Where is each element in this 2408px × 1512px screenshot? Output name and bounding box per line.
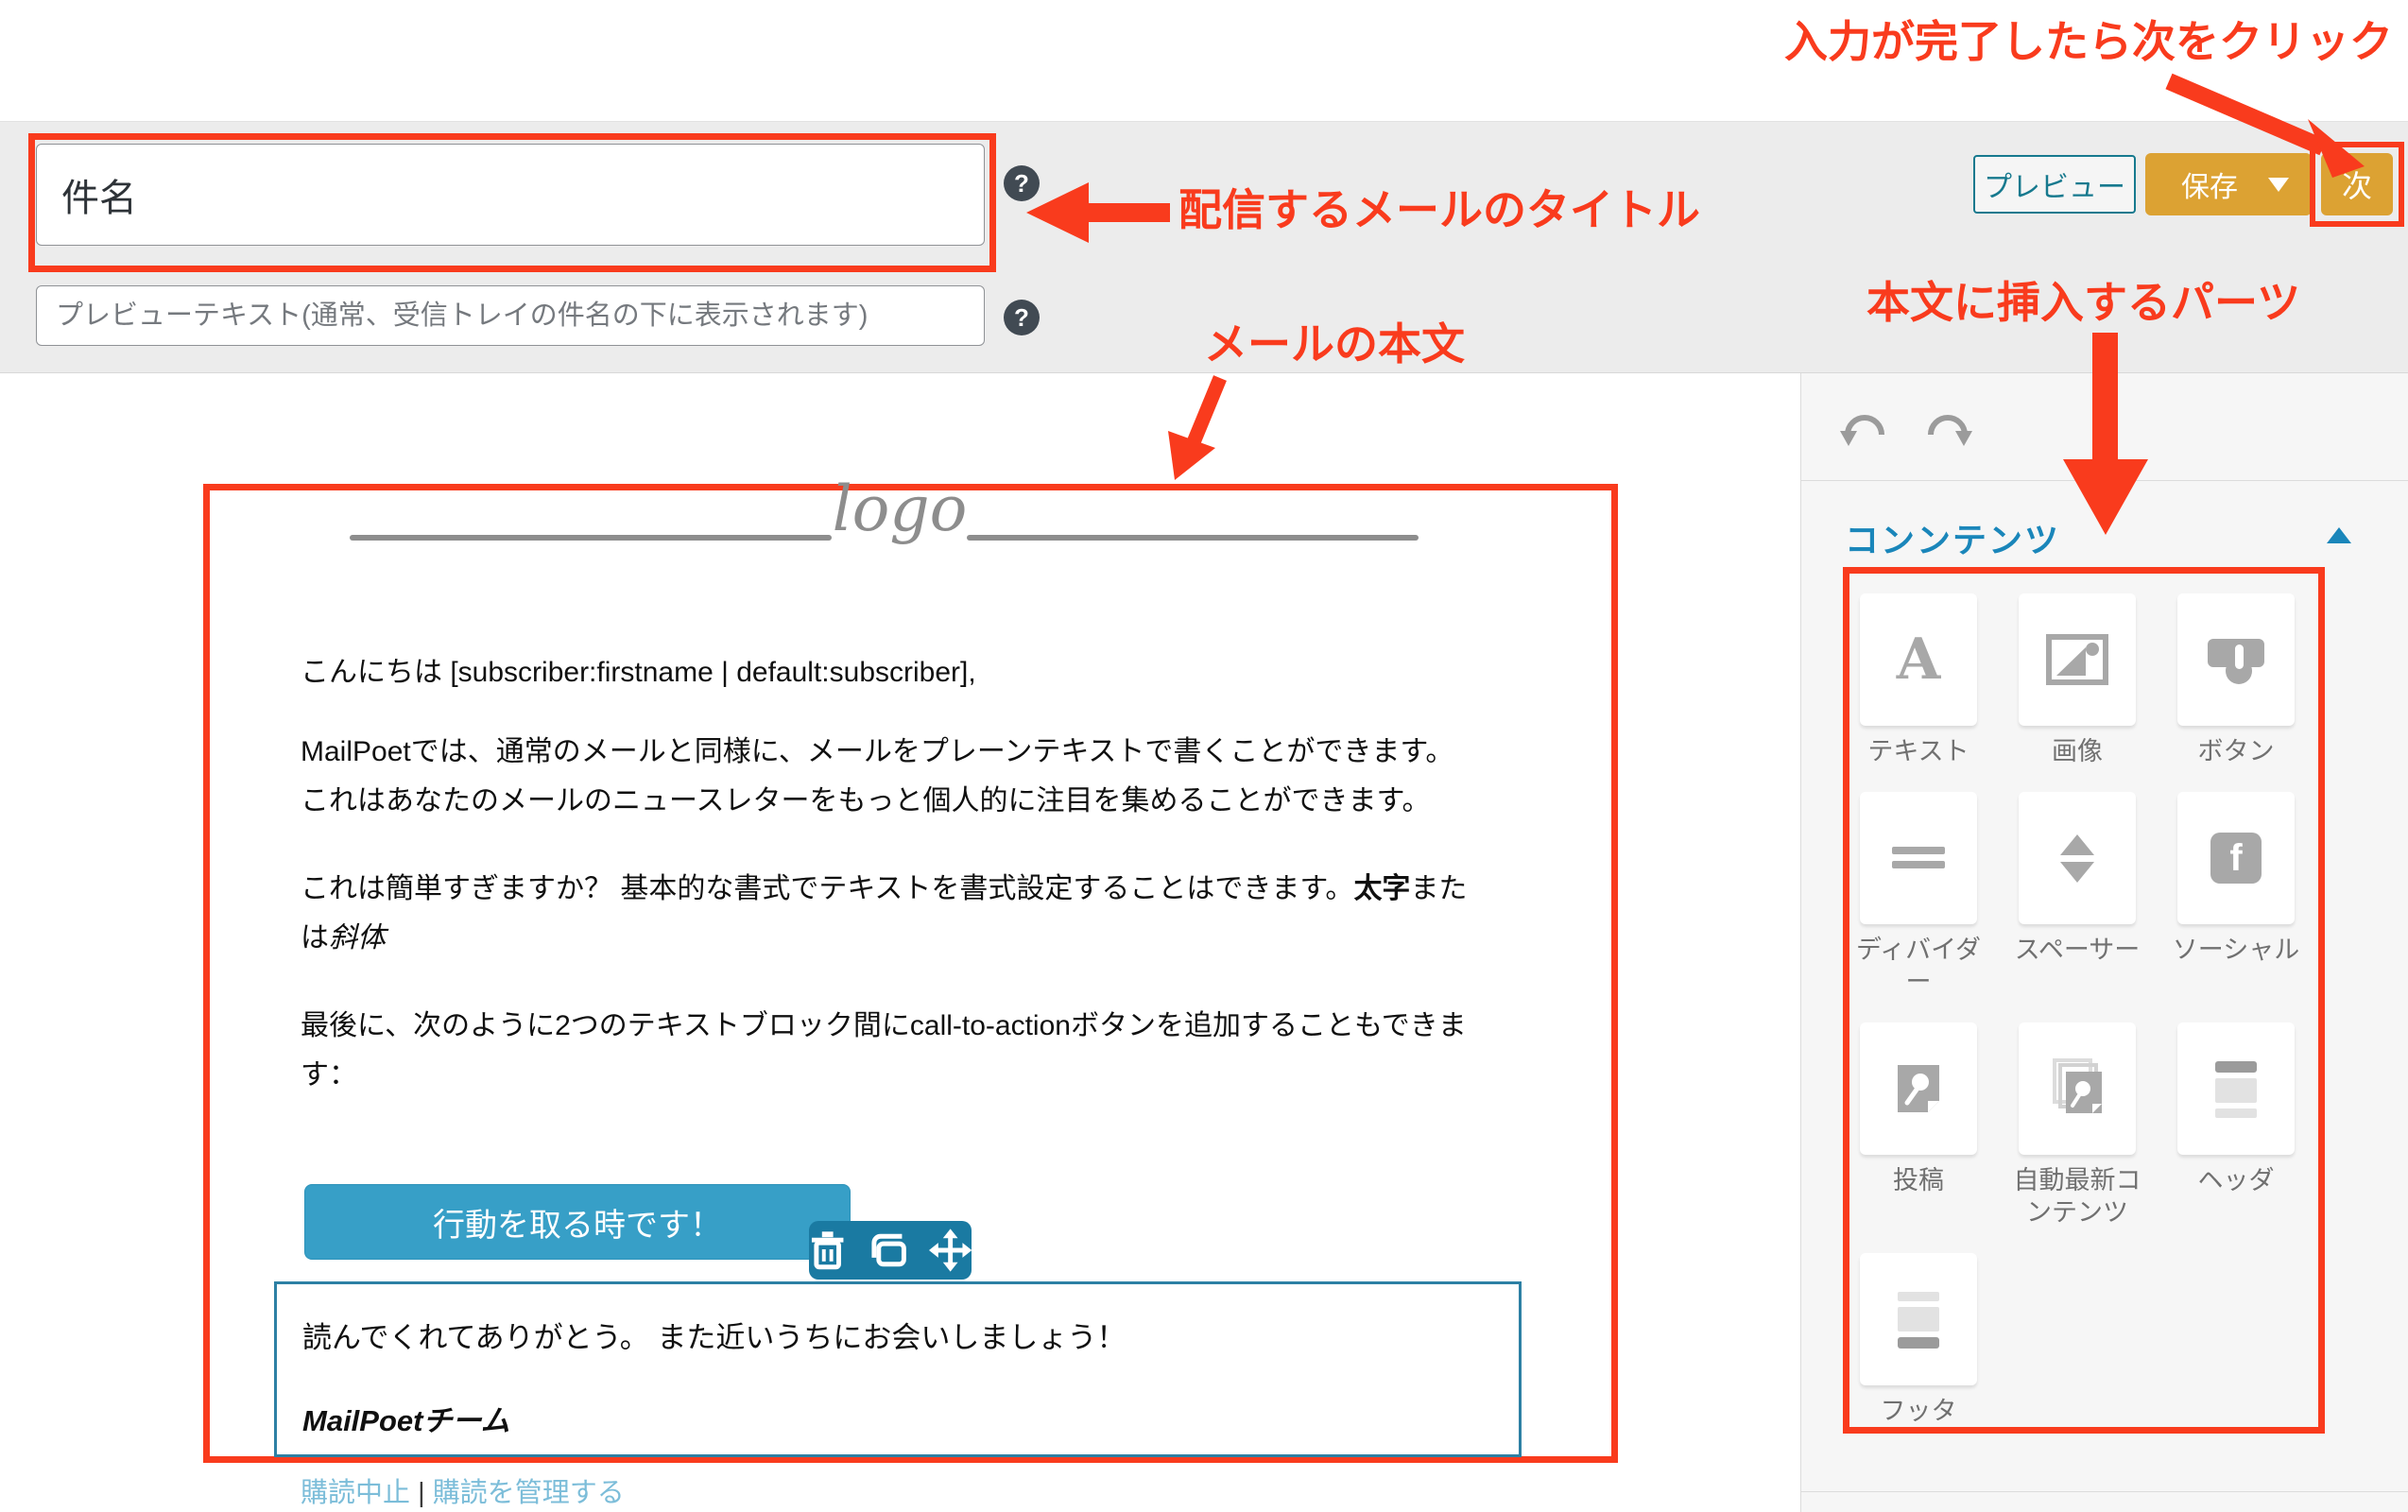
sidebar-divider-bottom bbox=[1801, 1491, 2408, 1492]
preview-text-input[interactable] bbox=[36, 285, 985, 346]
preview-help-icon[interactable]: ? bbox=[1004, 300, 1040, 335]
mailpoet-editor-screen: 入力が完了したら次をクリック ? ? 配信するメールのタイトル メールの本文 プ… bbox=[0, 0, 2408, 1512]
subject-input[interactable] bbox=[36, 144, 985, 246]
block-label: 画像 bbox=[2006, 735, 2148, 767]
annotation-mail-body: メールの本文 bbox=[1204, 310, 1465, 372]
content-block-grid: A テキスト 画像 ボタン bbox=[1860, 593, 2295, 1427]
block-item-button[interactable]: ボタン bbox=[2177, 593, 2295, 767]
collapse-panel-icon[interactable] bbox=[2327, 527, 2351, 543]
block-label: ヘッダ bbox=[2165, 1164, 2307, 1196]
paragraph-format-text: これは簡単すぎますか？ 基本的な書式でテキストを書式設定することはできます。 bbox=[301, 873, 1353, 904]
block-label: 投稿 bbox=[1848, 1164, 1989, 1196]
email-paragraph-format[interactable]: これは簡単すぎますか？ 基本的な書式でテキストを書式設定することはできます。太字… bbox=[301, 865, 1482, 963]
block-item-text[interactable]: A テキスト bbox=[1860, 593, 1977, 767]
image-block-icon bbox=[2046, 634, 2108, 685]
signature-text: MailPoetチーム bbox=[302, 1397, 510, 1439]
paragraph-plain-line2: これはあなたのメールのニュースレターをもっと個人的に注目を集めることができます。 bbox=[301, 785, 1431, 816]
block-item-social[interactable]: f ソーシャル bbox=[2177, 792, 2295, 998]
block-label: ディバイダー bbox=[1848, 934, 1989, 998]
annotation-box-next bbox=[2310, 142, 2404, 227]
block-item-footer[interactable]: フッタ bbox=[1860, 1253, 1977, 1427]
delete-block-icon[interactable] bbox=[809, 1229, 846, 1271]
content-panel-heading: コンンテンツ bbox=[1845, 513, 2060, 562]
subject-help-icon[interactable]: ? bbox=[1004, 165, 1040, 201]
duplicate-block-icon[interactable] bbox=[867, 1231, 907, 1269]
block-item-latest-content[interactable]: 自動最新コンテンツ bbox=[2019, 1022, 2136, 1228]
email-footer-links: 購読中止 | 購読を管理する bbox=[301, 1470, 625, 1510]
posts-block-icon bbox=[1890, 1059, 1947, 1118]
paragraph-plain-line1: MailPoetでは、通常のメールと同様に、メールをプレーンテキストで書くことが… bbox=[301, 736, 1453, 767]
block-label: テキスト bbox=[1848, 735, 1989, 767]
email-paragraph-cta[interactable]: 最後に、次のように2つのテキストブロック間にcall-to-actionボタンを… bbox=[301, 1002, 1482, 1100]
button-block-icon bbox=[2205, 632, 2267, 687]
divider-block-icon bbox=[1892, 847, 1945, 869]
email-greeting[interactable]: こんにちは [subscriber:firstname | default:su… bbox=[301, 648, 1482, 697]
block-label: ソーシャル bbox=[2165, 934, 2307, 966]
social-block-icon: f bbox=[2210, 833, 2262, 884]
undo-icon[interactable] bbox=[1839, 404, 1890, 448]
save-dropdown-caret-icon[interactable] bbox=[2268, 178, 2289, 192]
bold-sample: 太字 bbox=[1353, 873, 1410, 904]
manage-subscription-link[interactable]: 購読を管理する bbox=[433, 1478, 625, 1508]
block-item-divider[interactable]: ディバイダー bbox=[1860, 792, 1977, 998]
block-label: スペーサー bbox=[2006, 934, 2148, 966]
annotation-subject-title: 配信するメールのタイトル bbox=[1178, 176, 1700, 238]
annotation-next-click: 入力が完了したら次をクリック bbox=[1784, 8, 2393, 70]
annotation-sidebar-parts: 本文に挿入するパーツ bbox=[1866, 268, 2300, 331]
block-item-header[interactable]: ヘッダ bbox=[2177, 1022, 2295, 1228]
block-label: フッタ bbox=[1848, 1395, 1989, 1427]
footer-separator: | bbox=[418, 1478, 425, 1508]
block-toolbar bbox=[809, 1221, 972, 1280]
move-block-icon[interactable] bbox=[929, 1228, 972, 1272]
header-block-icon bbox=[2213, 1059, 2259, 1118]
block-label: 自動最新コンテンツ bbox=[2006, 1164, 2148, 1228]
block-item-spacer[interactable]: スペーサー bbox=[2019, 792, 2136, 998]
sidebar-divider-top bbox=[1801, 480, 2408, 481]
preview-button[interactable]: プレビュー bbox=[1973, 155, 2136, 214]
block-item-image[interactable]: 画像 bbox=[2019, 593, 2136, 767]
save-button[interactable]: 保存 bbox=[2145, 153, 2312, 215]
logo-divider-left bbox=[350, 535, 832, 541]
email-paragraph-plain[interactable]: MailPoetでは、通常のメールと同様に、メールをプレーンテキストで書くことが… bbox=[301, 728, 1482, 826]
cta-button[interactable]: 行動を取る時です！ bbox=[304, 1184, 851, 1260]
logo-divider-right bbox=[967, 535, 1419, 541]
redo-icon[interactable] bbox=[1922, 404, 1973, 448]
text-block-icon: A bbox=[1897, 631, 1941, 688]
unsubscribe-link[interactable]: 購読中止 bbox=[301, 1478, 410, 1508]
closing-text: 読んでくれてありがとう。 また近いうちにお会いしましょう！ bbox=[302, 1314, 1126, 1356]
save-button-label: 保存 bbox=[2181, 163, 2238, 205]
logo-text: logo bbox=[824, 472, 975, 545]
latest-content-block-icon bbox=[2047, 1058, 2107, 1119]
block-label: ボタン bbox=[2165, 735, 2307, 767]
block-item-posts[interactable]: 投稿 bbox=[1860, 1022, 1977, 1228]
spacer-block-icon bbox=[2047, 831, 2107, 885]
italic-sample: 斜体 bbox=[329, 922, 386, 954]
footer-block-icon bbox=[1896, 1290, 1941, 1349]
